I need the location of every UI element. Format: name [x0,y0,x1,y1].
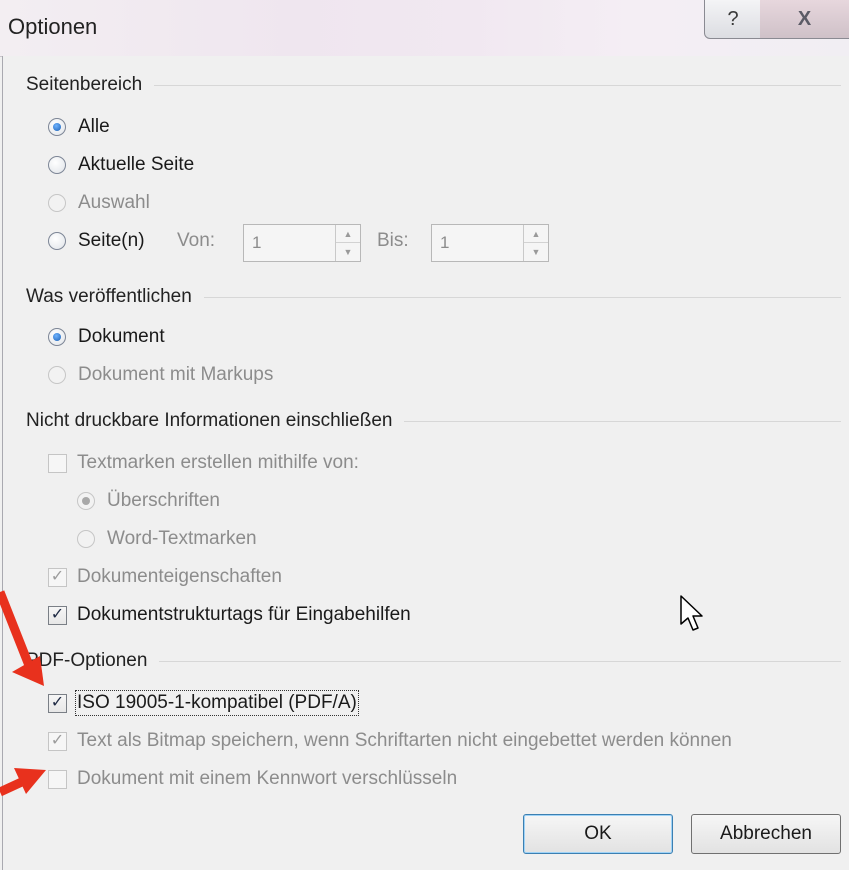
section-heading: Nicht druckbare Informationen einschließ… [26,410,393,431]
annotation-arrow-icon [0,768,46,797]
help-button[interactable]: ? [704,0,762,39]
checkbox-label: Dokumentstrukturtags für Eingabehilfen [77,604,411,625]
checkbox-indicator: ✓ [48,693,67,713]
to-spinner-arrows: ▲ ▼ [523,225,548,261]
section-heading: Was veröffentlichen [26,286,192,307]
checkbox-label: Textmarken erstellen mithilfe von: [77,452,359,473]
ok-button[interactable]: OK [523,814,673,854]
radio-indicator [48,328,66,346]
checkbox-label: ISO 19005-1-kompatibel (PDF/A) [75,690,359,716]
close-icon: X [797,7,812,30]
radio-label: Alle [78,116,110,137]
dialog-title: Optionen [8,14,98,39]
radio-indicator [48,118,66,136]
checkbox-label: Dokument mit einem Kennwort verschlüssel… [77,768,458,789]
options-dialog: Seitenbereich Alle Aktuelle Seite Auswah… [2,56,849,870]
check-mark-icon: ✓ [50,694,65,711]
close-button[interactable]: X [760,0,849,39]
section-page-range: Seitenbereich [26,74,841,96]
radio-label: Seite(n) [78,230,145,251]
radio-document-markups: Dokument mit Markups [48,364,273,386]
radio-label: Überschriften [107,490,220,511]
spin-down-icon: ▼ [343,247,353,257]
radio-label: Word-Textmarken [107,528,257,549]
to-spinner: 1 ▲ ▼ [431,224,549,262]
radio-headings: Überschriften [77,490,220,512]
check-mark-icon: ✓ [50,568,65,585]
from-spinner: 1 ▲ ▼ [243,224,361,262]
from-value: 1 [252,233,262,252]
spin-up-icon: ▲ [524,225,548,243]
help-icon: ? [727,7,739,30]
spin-up-icon: ▲ [336,225,360,243]
checkbox-indicator: ✓ [48,567,67,587]
radio-indicator [48,156,66,174]
checkbox-text-as-bitmap: ✓ Text als Bitmap speichern, wenn Schrif… [48,730,732,752]
radio-indicator [48,232,66,250]
cancel-button[interactable]: Abbrechen [691,814,841,854]
checkbox-label: Dokumenteigenschaften [77,566,282,587]
checkbox-indicator [48,453,67,473]
check-mark-icon: ✓ [50,606,65,623]
radio-label: Dokument mit Markups [78,364,274,385]
radio-document[interactable]: Dokument [48,326,165,348]
checkbox-document-properties: ✓ Dokumenteigenschaften [48,566,282,588]
checkbox-create-bookmarks: Textmarken erstellen mithilfe von: [48,452,359,474]
radio-label: Aktuelle Seite [78,154,195,175]
to-value: 1 [440,233,450,252]
radio-label: Auswahl [78,192,150,213]
checkbox-indicator [48,769,67,789]
radio-selection: Auswahl [48,192,150,214]
mouse-cursor-icon [680,595,703,631]
to-label: Bis: [377,230,409,251]
section-heading: Seitenbereich [26,74,143,95]
from-spinner-arrows: ▲ ▼ [335,225,360,261]
checkbox-encrypt: Dokument mit einem Kennwort verschlüssel… [48,768,457,790]
radio-all[interactable]: Alle [48,116,110,138]
radio-indicator [77,530,95,548]
spin-down-icon: ▼ [531,247,541,257]
section-pdf: PDF-Optionen [26,650,841,672]
radio-pages[interactable]: Seite(n) [48,230,145,252]
radio-current-page[interactable]: Aktuelle Seite [48,154,194,176]
checkbox-indicator: ✓ [48,605,67,625]
section-publish: Was veröffentlichen [26,286,841,308]
radio-label: Dokument [78,326,165,347]
annotation-arrow-icon [0,590,44,686]
radio-indicator [48,366,66,384]
radio-word-bookmarks: Word-Textmarken [77,528,257,550]
radio-indicator [77,492,95,510]
checkbox-iso-pdfa[interactable]: ✓ ISO 19005-1-kompatibel (PDF/A) [48,690,359,716]
section-nonprint: Nicht druckbare Informationen einschließ… [26,410,841,432]
checkbox-label: Text als Bitmap speichern, wenn Schrifta… [77,730,732,751]
title-bar: Optionen ? X [0,0,849,57]
from-label: Von: [177,230,216,251]
checkbox-structure-tags[interactable]: ✓ Dokumentstrukturtags für Eingabehilfen [48,604,411,626]
radio-indicator [48,194,66,212]
check-mark-icon: ✓ [50,732,65,749]
checkbox-indicator: ✓ [48,731,67,751]
